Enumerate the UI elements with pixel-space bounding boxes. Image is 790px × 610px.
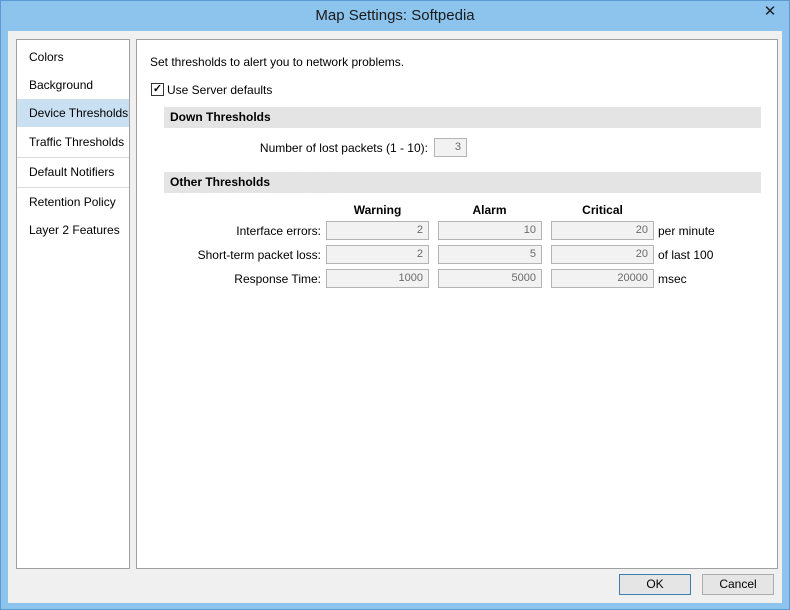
close-icon[interactable]: ✕: [755, 2, 785, 22]
interface-errors-alarm-field[interactable]: 10: [438, 221, 542, 240]
sidebar-item-default-notifiers[interactable]: Default Notifiers: [17, 158, 129, 186]
sidebar-item-traffic-thresholds[interactable]: Traffic Thresholds: [17, 128, 129, 156]
lost-packets-label: Number of lost packets (1 - 10):: [259, 141, 428, 155]
sidebar-item-retention-policy[interactable]: Retention Policy: [17, 188, 129, 216]
packet-loss-label: Short-term packet loss:: [197, 248, 321, 262]
use-server-defaults-checkbox[interactable]: ✓ Use Server defaults: [151, 82, 272, 98]
alarm-column-header: Alarm: [472, 203, 507, 217]
packet-loss-warning-field[interactable]: 2: [326, 245, 429, 264]
packet-loss-critical-field[interactable]: 20: [551, 245, 654, 264]
interface-errors-critical-field[interactable]: 20: [551, 221, 654, 240]
response-time-unit: msec: [658, 272, 687, 286]
window-title: Map Settings: Softpedia: [315, 7, 475, 24]
sidebar-item-colors[interactable]: Colors: [17, 43, 129, 71]
packet-loss-alarm-field[interactable]: 5: [438, 245, 542, 264]
response-time-alarm-field[interactable]: 5000: [438, 269, 542, 288]
interface-errors-warning-field[interactable]: 2: [326, 221, 429, 240]
sidebar-item-layer-2-features[interactable]: Layer 2 Features: [17, 216, 129, 244]
ok-button[interactable]: OK: [619, 574, 691, 595]
map-settings-window: Map Settings: Softpedia ✕ Colors Backgro…: [0, 0, 790, 610]
cancel-button[interactable]: Cancel: [702, 574, 774, 595]
checkmark-icon[interactable]: ✓: [151, 83, 164, 97]
use-server-defaults-label: Use Server defaults: [167, 83, 273, 97]
device-thresholds-panel: Set thresholds to alert you to network p…: [136, 39, 778, 569]
response-time-label: Response Time:: [234, 272, 321, 286]
packet-loss-unit: of last 100: [658, 248, 714, 262]
sidebar-item-device-thresholds[interactable]: Device Thresholds: [17, 99, 129, 127]
interface-errors-label: Interface errors:: [236, 224, 321, 238]
sidebar-item-background[interactable]: Background: [17, 71, 129, 99]
other-thresholds-header: Other Thresholds: [164, 172, 761, 193]
lost-packets-field[interactable]: 3: [434, 138, 467, 157]
down-thresholds-header: Down Thresholds: [164, 107, 761, 128]
response-time-warning-field[interactable]: 1000: [326, 269, 429, 288]
response-time-critical-field[interactable]: 20000: [551, 269, 654, 288]
warning-column-header: Warning: [353, 203, 402, 217]
intro-text: Set thresholds to alert you to network p…: [150, 55, 405, 69]
title-bar[interactable]: Map Settings: Softpedia ✕: [1, 1, 789, 31]
settings-category-list: Colors Background Device Thresholds Traf…: [16, 39, 130, 569]
critical-column-header: Critical: [582, 203, 623, 217]
dialog-client-area: Colors Background Device Thresholds Traf…: [8, 31, 782, 603]
interface-errors-unit: per minute: [658, 224, 715, 238]
